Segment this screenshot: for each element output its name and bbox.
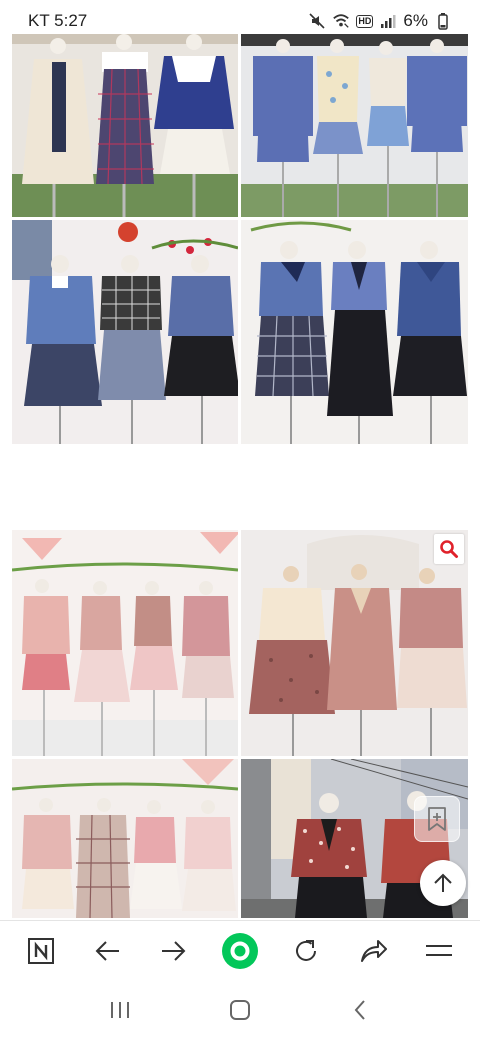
signal-icon	[379, 12, 397, 30]
naver-home-button[interactable]	[19, 929, 63, 973]
green-dot-button[interactable]	[218, 929, 262, 973]
status-time: KT 5:27	[28, 11, 88, 30]
system-back-button[interactable]	[340, 990, 380, 1030]
browser-toolbar	[0, 920, 480, 980]
home-button[interactable]	[220, 990, 260, 1030]
mute-icon	[308, 12, 326, 30]
outfit-photo-2[interactable]	[241, 34, 468, 217]
bookmark-add-button[interactable]	[414, 796, 460, 842]
wifi-icon	[332, 12, 350, 30]
outfit-photo-5[interactable]	[12, 530, 238, 756]
battery-percent: 6%	[403, 11, 428, 30]
refresh-icon	[296, 939, 317, 961]
back-icon	[354, 1000, 365, 1020]
share-icon	[360, 939, 387, 962]
search-icon	[440, 540, 458, 558]
menu-icon	[425, 944, 452, 956]
refresh-button[interactable]	[284, 929, 328, 973]
back-button[interactable]	[85, 929, 129, 973]
share-button[interactable]	[351, 929, 395, 973]
bookmark-plus-icon	[428, 807, 446, 831]
status-icons: HD 6%	[308, 10, 452, 32]
back-arrow-icon	[96, 940, 120, 961]
recent-apps-icon	[111, 1002, 129, 1018]
image-grid-bottom[interactable]	[12, 530, 468, 918]
forward-arrow-icon	[161, 940, 186, 961]
image-grid-top[interactable]	[12, 34, 468, 444]
outfit-photo-4[interactable]	[241, 220, 468, 444]
system-nav-bar	[0, 980, 480, 1040]
arrow-up-icon	[434, 873, 452, 892]
green-dot-icon	[221, 932, 258, 969]
outfit-photo-1[interactable]	[12, 34, 238, 217]
outfit-photo-6[interactable]	[241, 530, 468, 756]
outfit-photo-3[interactable]	[12, 220, 238, 444]
home-icon	[230, 1000, 250, 1020]
outfit-photo-7[interactable]	[12, 759, 238, 918]
hd-icon: HD	[356, 14, 374, 28]
zoom-search-button[interactable]	[434, 534, 464, 564]
scroll-to-top-button[interactable]	[420, 860, 466, 906]
forward-button[interactable]	[152, 929, 196, 973]
menu-button[interactable]	[417, 929, 461, 973]
battery-icon	[434, 12, 452, 30]
naver-home-icon	[28, 937, 55, 964]
recent-apps-button[interactable]	[100, 990, 140, 1030]
